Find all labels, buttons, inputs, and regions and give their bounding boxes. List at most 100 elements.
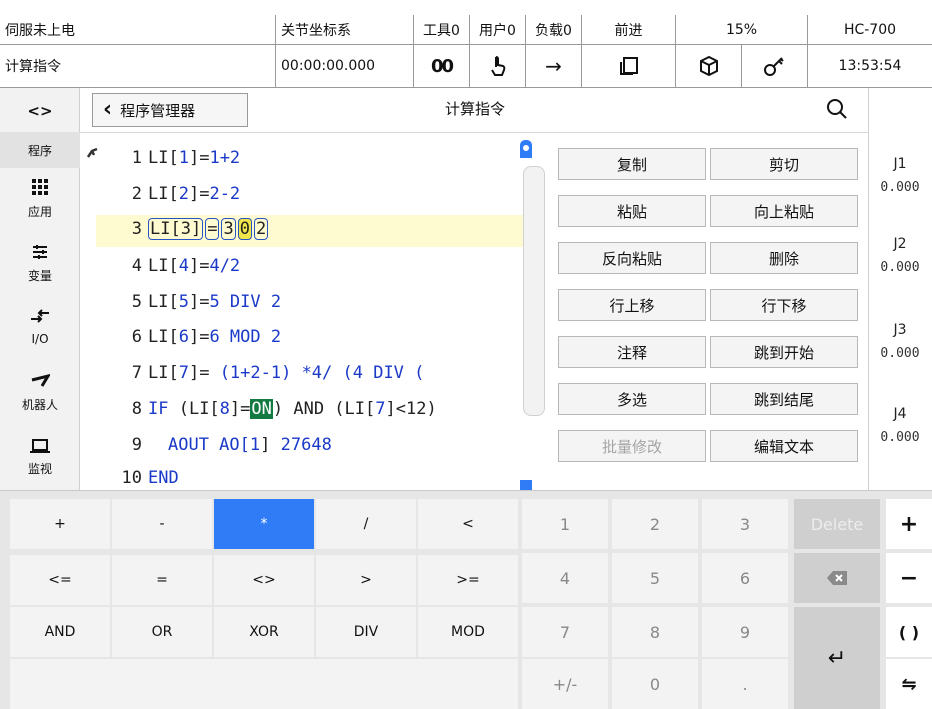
token: 1+2 xyxy=(209,148,241,168)
sidebar-item-io[interactable]: I/O xyxy=(0,298,80,356)
token: 27648 xyxy=(280,435,332,455)
minus-side-button[interactable]: − xyxy=(886,553,932,603)
code-line-3[interactable]: 3 LI[3] = 3 0 2 xyxy=(96,218,269,240)
key-1[interactable]: 1 xyxy=(522,499,608,549)
key-equal[interactable]: = xyxy=(112,555,212,605)
move-line-down-button[interactable]: 行下移 xyxy=(710,289,858,321)
key-5[interactable]: 5 xyxy=(612,553,698,603)
enter-button[interactable]: ↵ xyxy=(794,607,880,709)
key-not-equal[interactable]: <> xyxy=(214,555,314,605)
token-variable[interactable]: LI[3] xyxy=(148,218,204,240)
key-plus-minus[interactable]: +/- xyxy=(522,659,608,709)
key-7[interactable]: 7 xyxy=(522,607,608,657)
token-number[interactable]: 2 xyxy=(253,218,269,240)
code-line-7[interactable]: 7 LI[7]= (1+2-1) *4/ (4 DIV ( xyxy=(96,363,516,383)
cube-icon[interactable] xyxy=(676,45,742,88)
current-program-name: 计算指令 xyxy=(0,45,276,88)
jump-to-end-button[interactable]: 跳到结尾 xyxy=(710,383,858,415)
key-less-than[interactable]: < xyxy=(418,499,518,549)
reverse-paste-button[interactable]: 反向粘贴 xyxy=(558,242,706,274)
line-number: 6 xyxy=(131,327,142,347)
sidebar-item-program[interactable]: 程序 xyxy=(0,132,80,168)
key-multiply[interactable]: * xyxy=(214,499,314,549)
delete-line-button[interactable]: 删除 xyxy=(710,242,858,274)
scrollbar-track[interactable] xyxy=(523,166,545,416)
sidebar-toggle-icon[interactable]: <> xyxy=(0,96,80,126)
key-divide[interactable]: / xyxy=(316,499,416,549)
sidebar-item-variables[interactable]: 变量 xyxy=(0,234,80,292)
code-line-2[interactable]: 2 LI[2]=2-2 xyxy=(96,184,240,204)
sidebar-item-apps[interactable]: 应用 xyxy=(0,170,80,228)
jump-to-start-button[interactable]: 跳到开始 xyxy=(710,336,858,368)
cut-button[interactable]: 剪切 xyxy=(710,148,858,180)
key-3[interactable]: 3 xyxy=(702,499,788,549)
key-6[interactable]: 6 xyxy=(702,553,788,603)
move-line-up-button[interactable]: 行上移 xyxy=(558,289,706,321)
load-select[interactable]: 负载0 xyxy=(526,15,582,45)
search-icon[interactable] xyxy=(826,98,848,124)
swap-button[interactable]: ⇋ xyxy=(886,659,932,709)
step-arrow-icon[interactable]: → xyxy=(526,45,582,88)
direction-mode[interactable]: 前进 xyxy=(582,15,676,45)
user-frame-select[interactable]: 用户0 xyxy=(470,15,526,45)
key-plus[interactable]: + xyxy=(10,499,110,549)
plus-side-button[interactable]: + xyxy=(886,499,932,549)
tool-select[interactable]: 工具0 xyxy=(414,15,470,45)
token-operator[interactable]: = xyxy=(205,218,220,240)
token-number-selected[interactable]: 0 xyxy=(237,218,252,240)
window-copy-icon[interactable] xyxy=(582,45,676,88)
key-4[interactable]: 4 xyxy=(522,553,608,603)
speed-percent[interactable]: 15% xyxy=(676,15,808,45)
token: 1 xyxy=(249,435,261,455)
parentheses-button[interactable]: ( ) xyxy=(886,607,932,657)
key-mod[interactable]: MOD xyxy=(418,607,518,657)
code-line-1[interactable]: 1 LI[1]=1+2 xyxy=(96,148,240,168)
servo-status: 伺服未上电 xyxy=(0,15,276,45)
key-dot[interactable]: . xyxy=(702,659,788,709)
key-xor[interactable]: XOR xyxy=(214,607,314,657)
delete-button[interactable]: Delete xyxy=(794,499,880,549)
pause-icon[interactable]: 00 xyxy=(414,45,470,88)
variable-icon xyxy=(31,243,49,261)
hand-pointer-icon[interactable] xyxy=(470,45,526,88)
token: LI[ xyxy=(148,256,179,276)
coord-system[interactable]: 关节坐标系 xyxy=(276,15,414,45)
copy-button[interactable]: 复制 xyxy=(558,148,706,180)
key-div[interactable]: DIV xyxy=(316,607,416,657)
line-number: 7 xyxy=(131,363,142,383)
token-keyword: END xyxy=(148,468,179,488)
backspace-icon[interactable] xyxy=(794,553,880,603)
key-0[interactable]: 0 xyxy=(612,659,698,709)
key-less-equal[interactable]: <= xyxy=(10,555,110,605)
joint-name: J3 xyxy=(893,322,907,338)
key-greater-equal[interactable]: >= xyxy=(418,555,518,605)
joint-value: 0.000 xyxy=(880,260,920,275)
key-9[interactable]: 9 xyxy=(702,607,788,657)
sidebar-item-monitor[interactable]: 监视 xyxy=(0,428,80,490)
key-8[interactable]: 8 xyxy=(612,607,698,657)
code-line-8[interactable]: 8 IF (LI[8]=ON) AND (LI[7]<12) xyxy=(96,399,524,419)
code-line-5[interactable]: 5 LI[5]=5 DIV 2 xyxy=(96,292,281,312)
paste-button[interactable]: 粘贴 xyxy=(558,195,706,227)
key-icon[interactable] xyxy=(742,45,808,88)
multi-select-button[interactable]: 多选 xyxy=(558,383,706,415)
code-line-9[interactable]: 9 AOUT AO[1] 27648 xyxy=(96,435,332,455)
apps-icon xyxy=(32,178,48,197)
line-number: 2 xyxy=(131,184,142,204)
code-line-10[interactable]: 10 END xyxy=(96,468,179,490)
scroll-down-handle[interactable] xyxy=(520,480,532,490)
code-line-4[interactable]: 4 LI[4]=4/2 xyxy=(96,256,240,276)
key-greater-than[interactable]: > xyxy=(316,555,416,605)
key-and[interactable]: AND xyxy=(10,607,110,657)
comment-button[interactable]: 注释 xyxy=(558,336,706,368)
batch-edit-button[interactable]: 批量修改 xyxy=(558,430,706,462)
code-line-6[interactable]: 6 LI[6]=6 MOD 2 xyxy=(96,327,281,347)
key-minus[interactable]: - xyxy=(112,499,212,549)
token-number[interactable]: 3 xyxy=(221,218,236,240)
paste-above-button[interactable]: 向上粘贴 xyxy=(710,195,858,227)
sidebar-item-robot[interactable]: 机器人 xyxy=(0,362,80,422)
key-2[interactable]: 2 xyxy=(612,499,698,549)
edit-text-button[interactable]: 编辑文本 xyxy=(710,430,858,462)
back-to-program-manager-button[interactable]: ‹ 程序管理器 xyxy=(92,93,248,127)
key-or[interactable]: OR xyxy=(112,607,212,657)
